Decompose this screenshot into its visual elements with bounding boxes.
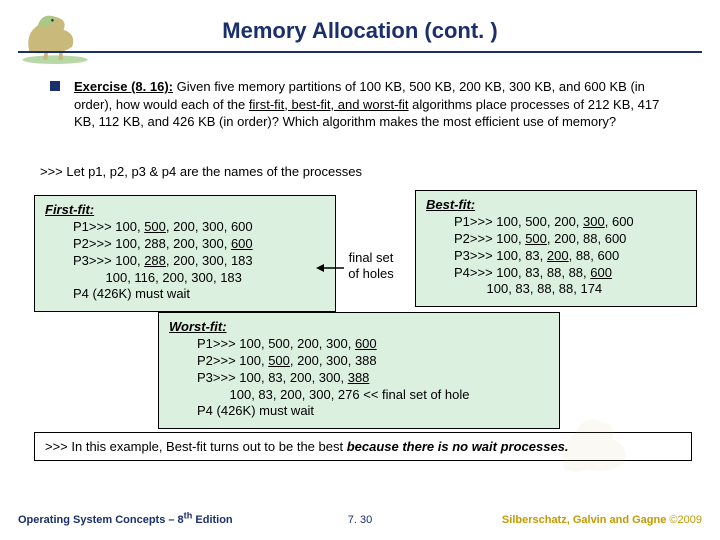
watermark-dinosaur xyxy=(540,400,660,490)
worst-fit-lines: P1>>> 100, 500, 200, 300, 600P2>>> 100, … xyxy=(169,336,549,420)
first-fit-lines: P1>>> 100, 500, 200, 300, 600P2>>> 100, … xyxy=(45,219,325,303)
page-title: Memory Allocation (cont. ) xyxy=(0,18,720,44)
best-fit-lines: P1>>> 100, 500, 200, 300, 600P2>>> 100, … xyxy=(426,214,686,298)
exercise-bullet: Exercise (8. 16): Given five memory part… xyxy=(50,78,668,131)
exercise-text: Exercise (8. 16): Given five memory part… xyxy=(74,78,668,131)
footer-right: Silberschatz, Galvin and Gagne ©2009 xyxy=(502,514,702,526)
bullet-square-icon xyxy=(50,81,60,91)
first-fit-box: First-fit: P1>>> 100, 500, 200, 300, 600… xyxy=(34,195,336,312)
final-set-label: final setof holes xyxy=(342,250,400,281)
process-names-note: >>> Let p1, p2, p3 & p4 are the names of… xyxy=(40,164,362,179)
slide: Memory Allocation (cont. ) Exercise (8. … xyxy=(0,0,720,540)
title-rule xyxy=(18,51,702,53)
best-fit-box: Best-fit: P1>>> 100, 500, 200, 300, 600P… xyxy=(415,190,697,307)
arrow-left-icon xyxy=(316,262,344,274)
worst-fit-box: Worst-fit: P1>>> 100, 500, 200, 300, 600… xyxy=(158,312,560,429)
